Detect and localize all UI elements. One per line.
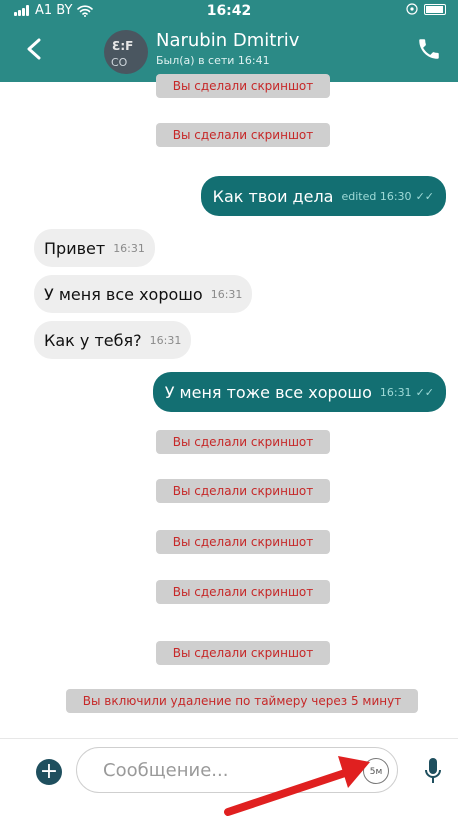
- message-time: 16:31: [210, 287, 243, 301]
- system-message: Вы сделали скриншот: [156, 430, 330, 454]
- system-message: Вы сделали скриншот: [156, 580, 330, 604]
- status-time: 16:42: [206, 3, 252, 19]
- message-list[interactable]: Вы сделали скриншот Вы сделали скриншот …: [0, 74, 458, 738]
- read-ticks-icon: ✓✓: [415, 189, 434, 203]
- chat-header: Ɛ:F CO Narubin Dmitriv Был(а) в сети 16:…: [0, 24, 458, 80]
- incoming-message[interactable]: Привет 16:31: [34, 229, 155, 267]
- top-bar: A1 BY 16:42 Ɛ:F CO Narubin Dmitriv Был(а…: [0, 0, 458, 82]
- system-message-timer: Вы включили удаление по таймеру через 5 …: [66, 689, 418, 713]
- incoming-message[interactable]: У меня все хорошо 16:31: [34, 275, 253, 313]
- message-time: 16:31: [379, 385, 412, 399]
- outgoing-message[interactable]: У меня тоже все хорошо 16:31 ✓✓: [152, 372, 446, 412]
- system-message: Вы сделали скриншот: [156, 641, 330, 665]
- message-text: У меня тоже все хорошо: [164, 382, 372, 402]
- phone-icon[interactable]: [416, 36, 442, 62]
- plus-circle-icon[interactable]: +: [36, 759, 62, 785]
- system-message: Вы сделали скриншот: [156, 530, 330, 554]
- message-time: 16:31: [113, 241, 145, 255]
- status-right: [406, 3, 446, 15]
- avatar-text-top: Ɛ:F: [112, 39, 134, 53]
- message-placeholder: Сообщение...: [103, 760, 229, 781]
- message-text: Привет: [44, 238, 106, 258]
- location-icon: [406, 3, 418, 15]
- message-text: У меня все хорошо: [44, 284, 203, 304]
- system-message: Вы сделали скриншот: [156, 479, 330, 503]
- red-arrow-annotation: [224, 756, 370, 816]
- battery-icon: [424, 3, 446, 15]
- avatar-text-bottom: CO: [111, 56, 128, 69]
- message-text: Как твои дела: [212, 186, 334, 206]
- system-message: Вы сделали скриншот: [156, 123, 330, 147]
- contact-presence: Был(а) в сети 16:41: [156, 54, 270, 67]
- system-message: Вы сделали скриншот: [156, 74, 330, 98]
- microphone-icon[interactable]: [424, 757, 442, 785]
- chat-screen: A1 BY 16:42 Ɛ:F CO Narubin Dmitriv Был(а…: [0, 0, 458, 818]
- message-text: Как у тебя?: [44, 330, 142, 350]
- message-time: 16:31: [149, 333, 182, 347]
- read-ticks-icon: ✓✓: [415, 385, 434, 399]
- back-icon[interactable]: [26, 38, 42, 60]
- status-bar: A1 BY 16:42: [0, 0, 458, 22]
- outgoing-message[interactable]: Как твои дела edited 16:30 ✓✓: [200, 176, 446, 216]
- contact-name[interactable]: Narubin Dmitriv: [156, 30, 299, 51]
- message-meta: edited 16:30: [341, 189, 412, 203]
- avatar[interactable]: Ɛ:F CO: [104, 30, 148, 74]
- incoming-message[interactable]: Как у тебя? 16:31: [34, 321, 192, 359]
